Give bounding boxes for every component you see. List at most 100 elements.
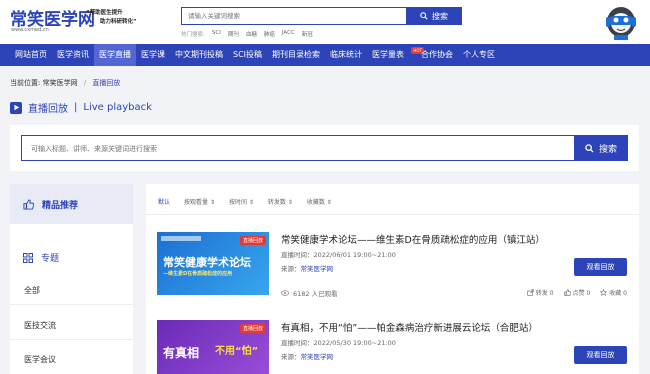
sort-favorites[interactable]: 收藏数 ⇕ (307, 197, 332, 206)
live-list: 默认 按观看量 ⇕ 按时间 ⇕ 转发数 ⇕ 收藏数 ⇕ 直播回放 常笑健康学术论… (146, 184, 639, 374)
nav-item-sci[interactable]: SCI投稿 (228, 44, 267, 66)
mascot-avatar-icon (606, 7, 636, 40)
live-thumbnail[interactable]: 直播回放 有真相 不用“怕” (157, 320, 269, 374)
hot-term[interactable]: 血糖 (246, 30, 257, 38)
breadcrumb-home[interactable]: 常笑医学网 (43, 79, 78, 87)
sort-favorites-label: 收藏数 (306, 199, 325, 206)
sidebar-topic-label: 专题 (41, 254, 60, 264)
hot-term[interactable]: JACC (282, 30, 295, 38)
sort-views-label: 按观看量 (184, 199, 209, 206)
live-source-label: 来源： (281, 265, 301, 273)
nav-item-cn-journal[interactable]: 中文期刊投稿 (170, 44, 228, 66)
thumb-badge: 直播回放 (239, 324, 266, 333)
live-stats: 转发 0 点赞 0 收藏 0 (527, 288, 627, 297)
live-time-value: 2022/06/01 19:00~21:00 (313, 251, 396, 259)
thumb-badge: 直播回放 (239, 236, 266, 245)
section-title-sep: | (74, 102, 78, 113)
nav-item-journal-search[interactable]: 期刊目录检索 (267, 44, 325, 66)
nav-item-stats[interactable]: 临床统计 (325, 44, 367, 66)
divider (10, 304, 133, 305)
nav-item-personal[interactable]: 个人专区 (458, 44, 500, 66)
slogan-line-2: 助力科研转化” (100, 19, 137, 25)
main-search-button[interactable]: 搜索 (574, 135, 628, 161)
live-views-count: 6182 人已观看 (293, 290, 338, 298)
eye-icon (281, 290, 289, 296)
thumb-logo-strip (161, 236, 201, 241)
nav-item-scale[interactable]: 医学量表 HOT (367, 44, 425, 66)
hot-term[interactable]: 新冠 (302, 30, 313, 38)
sidebar-item-exchange[interactable]: 医技交流 (24, 320, 56, 331)
list-item: 直播回放 有真相 不用“怕” 有真相，不用“怕”——帕金森病治疗新进展云论坛（合… (157, 320, 627, 374)
live-source-value[interactable]: 常笑医学网 (301, 265, 334, 273)
hot-term[interactable]: 肺癌 (264, 30, 275, 38)
live-source-label: 来源： (281, 353, 301, 361)
sort-default[interactable]: 默认 (158, 197, 170, 206)
sort-views[interactable]: 按观看量 ⇕ (184, 197, 215, 206)
main-search-label: 搜索 (598, 144, 617, 155)
hot-term[interactable]: 期刊 (228, 30, 239, 38)
breadcrumb-current[interactable]: 直播回放 (92, 79, 120, 87)
header-search-label: 搜索 (432, 11, 448, 21)
sort-shares-label: 转发数 (267, 199, 286, 206)
live-time: 直播时间：2022/06/01 19:00~21:00 (281, 249, 396, 259)
live-time: 直播时间：2022/05/30 19:00~21:00 (281, 337, 396, 347)
main-search-input[interactable] (31, 142, 531, 155)
sidebar-item-conference[interactable]: 医学会议 (24, 354, 56, 365)
live-title[interactable]: 有真相，不用“怕”——帕金森病治疗新进展云论坛（合肥站） (281, 320, 538, 334)
play-icon (10, 101, 22, 114)
nav-item-partners[interactable]: 合作协会 (416, 44, 458, 66)
live-source: 来源：常笑医学网 (281, 351, 333, 361)
share-action[interactable]: 转发 0 (527, 288, 554, 297)
slogan: “帮助医生提升 助力科研转化” (86, 9, 166, 27)
header-search-input[interactable] (188, 10, 428, 22)
sidebar: 精品推荐 专题 全部 医技交流 医学会议 (10, 184, 133, 374)
section-title-cn: 直播回放 (28, 104, 68, 115)
main-search-panel: 搜索 (10, 125, 639, 171)
live-time-label: 直播时间： (281, 251, 314, 259)
like-count: 点赞 0 (572, 290, 591, 297)
nav-item-news[interactable]: 医学资讯 (52, 44, 94, 66)
thumb-title: 有真相 (163, 346, 200, 360)
search-icon (585, 143, 594, 153)
header-search-button[interactable]: 搜索 (406, 7, 462, 25)
share-count: 转发 0 (535, 290, 554, 297)
breadcrumb-separator: / (83, 79, 87, 87)
share-icon (527, 289, 534, 296)
grid-icon (23, 252, 33, 263)
sort-bar: 默认 按观看量 ⇕ 按时间 ⇕ 转发数 ⇕ 收藏数 ⇕ (158, 197, 332, 206)
thumb-title: 常笑健康学术论坛 (163, 256, 251, 269)
breadcrumb-label: 当前位置: (10, 79, 41, 87)
favorite-count: 收藏 0 (609, 290, 627, 297)
sidebar-topic[interactable]: 专题 (23, 251, 59, 264)
sidebar-item-all[interactable]: 全部 (24, 285, 40, 296)
watch-replay-button[interactable]: 观看回放 (574, 346, 627, 364)
list-item: 直播回放 常笑健康学术论坛 —维生素D在骨质疏松症的应用 常笑健康学术论坛——维… (157, 232, 627, 298)
hot-term[interactable]: SCI (212, 30, 221, 38)
slogan-line-1: “帮助医生提升 (86, 10, 123, 16)
main-search: 搜索 (21, 135, 628, 161)
like-action[interactable]: 点赞 0 (563, 288, 591, 297)
nav-item-live[interactable]: 医学直播 (94, 44, 136, 66)
live-thumbnail[interactable]: 直播回放 常笑健康学术论坛 —维生素D在骨质疏松症的应用 (157, 232, 269, 295)
live-time-value: 2022/05/30 19:00~21:00 (313, 339, 396, 347)
hot-search: 热门搜索: SCI 期刊 血糖 肺癌 JACC 新冠 (181, 30, 313, 38)
sort-shares[interactable]: 转发数 ⇕ (268, 197, 293, 206)
sort-time[interactable]: 按时间 ⇕ (229, 197, 254, 206)
watch-replay-button[interactable]: 观看回放 (574, 258, 627, 276)
top-header: 常笑医学网 www.cxmed.cn “帮助医生提升 助力科研转化” 搜索 热门… (0, 0, 650, 44)
star-icon (600, 289, 608, 296)
nav-item-home[interactable]: 网站首页 (10, 44, 52, 66)
live-title[interactable]: 常笑健康学术论坛——维生素D在骨质疏松症的应用（镇江站） (281, 232, 545, 246)
hot-search-label: 热门搜索: (181, 32, 205, 38)
favorite-action[interactable]: 收藏 0 (600, 288, 627, 297)
main-nav: 网站首页 医学资讯 医学直播 医学课 中文期刊投稿 SCI投稿 期刊目录检索 临… (0, 44, 650, 66)
nav-item-course[interactable]: 医学课 (136, 44, 170, 66)
sidebar-recommend[interactable]: 精品推荐 (10, 184, 133, 224)
live-source: 来源：常笑医学网 (281, 263, 333, 273)
search-icon (420, 12, 428, 20)
sort-time-label: 按时间 (228, 199, 247, 206)
live-source-value[interactable]: 常笑医学网 (301, 353, 334, 361)
live-time-label: 直播时间： (281, 339, 314, 347)
thumb-subtitle: 不用“怕” (215, 346, 259, 357)
thumbs-up-icon (23, 198, 34, 210)
